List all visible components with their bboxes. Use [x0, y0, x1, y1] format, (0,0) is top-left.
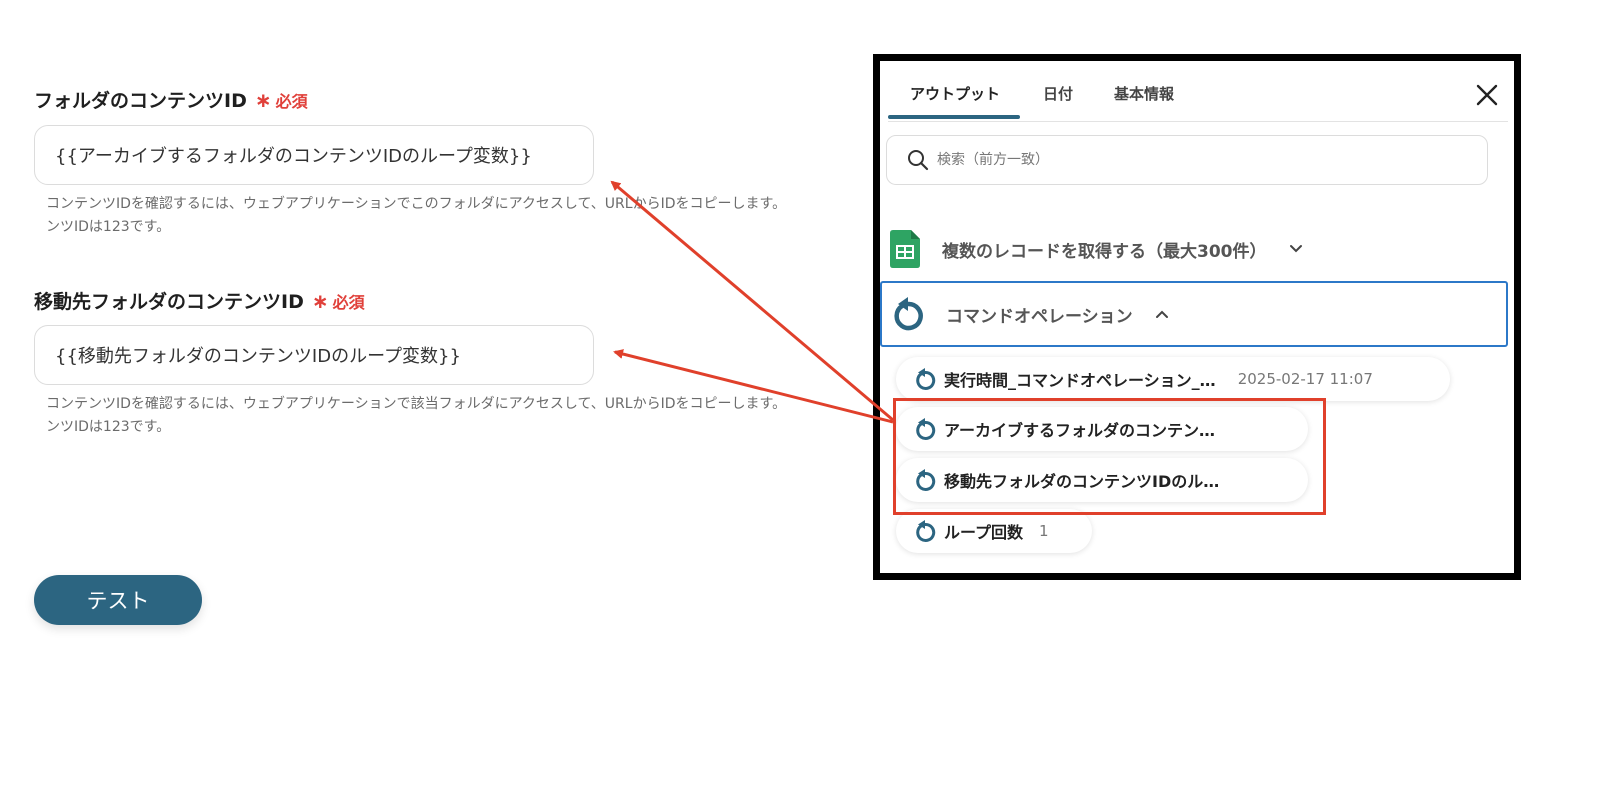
group-command-operation[interactable]: コマンドオペレーション — [880, 281, 1508, 347]
input-value: {{アーカイブするフォルダのコンテンツIDのループ変数}} — [55, 146, 532, 167]
group-title: コマンドオペレーション — [946, 306, 1133, 327]
folder-content-id-input[interactable]: {{アーカイブするフォルダのコンテンツIDのループ変数}} — [34, 125, 594, 185]
chevron-up-icon[interactable] — [1155, 309, 1169, 319]
field-label-folder-content-id: フォルダのコンテンツID ∗ 必須 — [34, 86, 308, 113]
output-item-loop-count[interactable]: ループ回数 1 — [896, 509, 1092, 553]
field-label-text: フォルダのコンテンツID — [34, 90, 247, 112]
tab-basic-info[interactable]: 基本情報 — [1114, 83, 1174, 104]
required-text: 必須 — [332, 293, 365, 312]
chevron-down-icon[interactable] — [1289, 244, 1303, 254]
field-label-destination-folder-content-id: 移動先フォルダのコンテンツID ∗ 必須 — [34, 287, 365, 314]
annotation-highlight-box — [893, 398, 1326, 515]
tab-date[interactable]: 日付 — [1043, 83, 1073, 104]
active-tab-indicator — [888, 115, 1020, 119]
help-line-2: ンツIDは123です。 — [46, 219, 171, 235]
input-value: {{移動先フォルダのコンテンツIDのループ変数}} — [55, 346, 461, 367]
loop-icon — [894, 297, 923, 331]
test-button[interactable]: テスト — [34, 575, 202, 625]
search-input[interactable] — [935, 151, 1459, 169]
loop-icon — [916, 368, 936, 390]
required-star: ∗ — [254, 88, 272, 112]
group-get-records[interactable]: 複数のレコードを取得する（最大300件） — [890, 219, 1510, 279]
close-icon[interactable] — [1475, 83, 1499, 107]
spreadsheet-icon — [890, 230, 920, 268]
destination-folder-content-id-help: コンテンツIDを確認するには、ウェブアプリケーションで該当フォルダにアクセスして… — [46, 393, 876, 439]
help-line-1: コンテンツIDを確認するには、ウェブアプリケーションでこのフォルダにアクセスして… — [46, 196, 787, 212]
search-icon — [908, 150, 929, 171]
item-value: 1 — [1039, 522, 1049, 540]
destination-folder-content-id-input[interactable]: {{移動先フォルダのコンテンツIDのループ変数}} — [34, 325, 594, 385]
tab-output[interactable]: アウトプット — [910, 83, 1000, 104]
group-title: 複数のレコードを取得する（最大300件） — [942, 241, 1267, 262]
field-label-text: 移動先フォルダのコンテンツID — [34, 291, 304, 313]
item-title: ループ回数 — [944, 523, 1024, 542]
help-line-2: ンツIDは123です。 — [46, 419, 171, 435]
required-star: ∗ — [311, 289, 329, 313]
help-line-1: コンテンツIDを確認するには、ウェブアプリケーションで該当フォルダにアクセスして… — [46, 396, 787, 412]
folder-content-id-help: コンテンツIDを確認するには、ウェブアプリケーションでこのフォルダにアクセスして… — [46, 193, 876, 239]
panel-tabs: アウトプット 日付 基本情報 — [888, 61, 1508, 122]
search-field[interactable] — [886, 135, 1488, 185]
required-text: 必須 — [275, 92, 308, 111]
loop-icon — [916, 520, 936, 542]
output-item-execution-time[interactable]: 実行時間_コマンドオペレーション_… 2025-02-17 11:07 — [896, 357, 1450, 401]
item-title: 実行時間_コマンドオペレーション_… — [944, 371, 1216, 390]
item-value: 2025-02-17 11:07 — [1237, 370, 1373, 388]
